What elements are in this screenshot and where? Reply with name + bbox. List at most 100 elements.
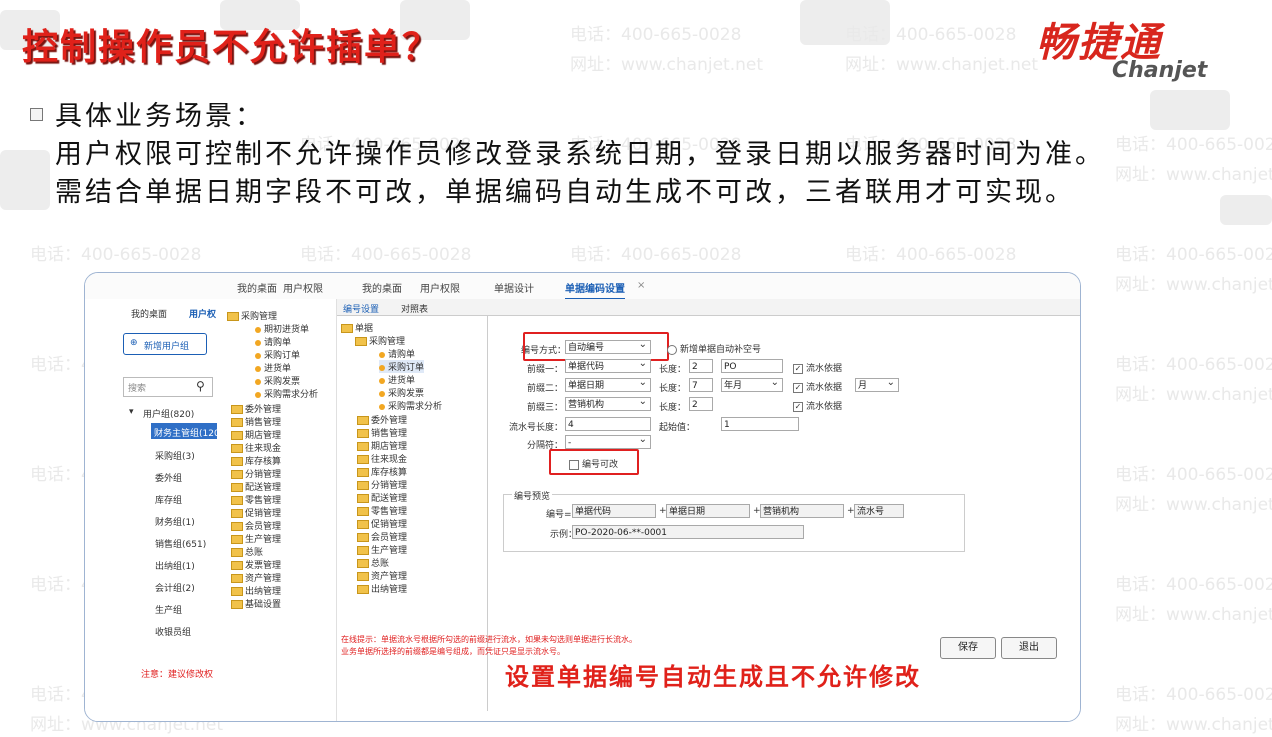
bill-tree-item[interactable]: 请购单 xyxy=(379,347,415,360)
tree-item[interactable]: 采购需求分析 xyxy=(255,387,318,400)
prefix2-extra-select[interactable]: 年月 xyxy=(721,376,783,392)
bill-tree-folder[interactable]: 资产管理 xyxy=(357,569,407,582)
bill-tree-item[interactable]: 采购发票 xyxy=(379,386,424,399)
search-input[interactable]: 搜索 ⚲ xyxy=(123,377,213,397)
tree-item[interactable]: 采购发票 xyxy=(255,374,300,387)
search-icon[interactable]: ⚲ xyxy=(196,379,205,393)
tree-folder[interactable]: 库存核算 xyxy=(231,454,281,467)
bill-tree-folder[interactable]: 配送管理 xyxy=(357,491,407,504)
bill-tree-folder[interactable]: 期店管理 xyxy=(357,439,407,452)
prefix3-len-input[interactable]: 2 xyxy=(689,397,713,411)
prefix3-serial-check[interactable]: ✓ 流水依据 xyxy=(793,399,842,412)
checked-icon: ✓ xyxy=(793,382,803,393)
tab-code-settings[interactable]: 编号设置 xyxy=(343,302,379,315)
selected-group-row[interactable]: 财务主管组(120 xyxy=(151,423,220,439)
tree-folder[interactable]: 基础设置 xyxy=(231,597,281,610)
tree-folder[interactable]: 生产管理 xyxy=(231,532,281,545)
tab-user-permission[interactable]: 用户权限 xyxy=(283,280,323,295)
folder-icon xyxy=(231,470,243,479)
bill-tree-folder[interactable]: 生产管理 xyxy=(357,543,407,556)
bill-tree-root[interactable]: 单据 xyxy=(341,321,373,334)
group-item[interactable]: 委外组 xyxy=(155,471,182,484)
prefix1-extra-input[interactable]: PO xyxy=(721,359,783,373)
tree-folder[interactable]: 往来现金 xyxy=(231,441,281,454)
prefix1-serial-check[interactable]: ✓ 流水依据 xyxy=(793,361,842,374)
prefix1-len-input[interactable]: 2 xyxy=(689,359,713,373)
group-item[interactable]: 库存组 xyxy=(155,493,182,506)
serial-len-input[interactable]: 4 xyxy=(565,417,651,431)
watermark-url: 网址：www.chanjet.net xyxy=(1115,165,1272,185)
bill-tree-item-selected[interactable]: 采购订单 xyxy=(379,360,425,373)
bill-tree-folder[interactable]: 委外管理 xyxy=(357,413,407,426)
tree-item[interactable]: 采购订单 xyxy=(255,348,300,361)
start-input[interactable]: 1 xyxy=(721,417,799,431)
tree-item[interactable]: 期初进货单 xyxy=(255,322,309,335)
folder-icon xyxy=(357,481,369,490)
prefix2-period-select[interactable]: 月 xyxy=(855,376,899,392)
folder-icon xyxy=(357,416,369,425)
tree-folder[interactable]: 出纳管理 xyxy=(231,584,281,597)
prefix1-select[interactable]: 单据代码 xyxy=(565,357,651,373)
bill-tree-folder[interactable]: 总账 xyxy=(357,556,389,569)
folder-icon xyxy=(231,418,243,427)
tree-folder[interactable]: 促销管理 xyxy=(231,506,281,519)
watermark-tel: 电话：400-665-0028 xyxy=(300,245,472,265)
tree-folder[interactable]: 会员管理 xyxy=(231,519,281,532)
group-item[interactable]: 生产组 xyxy=(155,603,182,616)
bill-tree-folder[interactable]: 零售管理 xyxy=(357,504,407,517)
save-button[interactable]: 保存 xyxy=(940,637,996,659)
tab-bill-code-settings[interactable]: 单据编码设置 xyxy=(565,280,625,300)
selected-group-label: 财务主管组(120 xyxy=(154,429,220,439)
tab-desktop-2[interactable]: 我的桌面 xyxy=(362,280,402,295)
tree-root[interactable]: 采购管理 xyxy=(227,309,277,322)
prefix3-select[interactable]: 营销机构 xyxy=(565,395,651,411)
prefix2-len-input[interactable]: 7 xyxy=(689,378,713,392)
left-tab-desktop[interactable]: 我的桌面 xyxy=(131,307,167,320)
bill-tree-sub[interactable]: 采购管理 xyxy=(355,334,405,347)
bill-tree-item[interactable]: 采购需求分析 xyxy=(379,399,442,412)
tree-folder[interactable]: 零售管理 xyxy=(231,493,281,506)
sep-select[interactable]: - xyxy=(565,433,651,449)
group-item[interactable]: 财务组(1) xyxy=(155,515,195,528)
bill-tree-folder[interactable]: 出纳管理 xyxy=(357,582,407,595)
tree-folder[interactable]: 配送管理 xyxy=(231,480,281,493)
bill-tree-folder[interactable]: 分销管理 xyxy=(357,478,407,491)
tab-mapping[interactable]: 对照表 xyxy=(401,302,428,315)
bill-tree-folder[interactable]: 往来现金 xyxy=(357,452,407,465)
tree-folder[interactable]: 总账 xyxy=(231,545,263,558)
new-group-button[interactable]: ⊕ 新增用户组 xyxy=(123,333,207,355)
left-tab-user[interactable]: 用户权 xyxy=(189,307,216,320)
tab-desktop[interactable]: 我的桌面 xyxy=(237,280,277,295)
bill-tree-folder[interactable]: 销售管理 xyxy=(357,426,407,439)
close-icon[interactable]: × xyxy=(637,280,645,291)
prefix2-label: 前缀二： xyxy=(527,384,564,394)
tree-item[interactable]: 请购单 xyxy=(255,335,291,348)
folder-icon xyxy=(357,468,369,477)
tree-folder[interactable]: 委外管理 xyxy=(231,402,281,415)
bill-tree-item[interactable]: 进货单 xyxy=(379,373,415,386)
bill-tree-folder[interactable]: 会员管理 xyxy=(357,530,407,543)
bill-tree-folder[interactable]: 促销管理 xyxy=(357,517,407,530)
folder-icon xyxy=(357,520,369,529)
tree-folder[interactable]: 发票管理 xyxy=(231,558,281,571)
tree-folder[interactable]: 分销管理 xyxy=(231,467,281,480)
tree-folder[interactable]: 销售管理 xyxy=(231,415,281,428)
tree-item[interactable]: 进货单 xyxy=(255,361,291,374)
prefix2-serial-check[interactable]: ✓ 流水依据 xyxy=(793,380,842,393)
bill-tree-folder[interactable]: 库存核算 xyxy=(357,465,407,478)
tree-folder[interactable]: 期店管理 xyxy=(231,428,281,441)
tree-folder[interactable]: 资产管理 xyxy=(231,571,281,584)
group-item[interactable]: 销售组(651) xyxy=(155,537,206,550)
tab-user-permission-2[interactable]: 用户权限 xyxy=(420,280,460,295)
prefix2-select[interactable]: 单据日期 xyxy=(565,376,651,392)
group-item[interactable]: 收银员组 xyxy=(155,625,191,638)
group-item[interactable]: 采购组(3) xyxy=(155,449,195,462)
tree-toggle-icon[interactable]: ▾ xyxy=(129,407,134,417)
group-item[interactable]: 出纳组(1) xyxy=(155,559,195,572)
group-root[interactable]: 用户组(820) xyxy=(143,407,194,420)
group-item[interactable]: 会计组(2) xyxy=(155,581,195,594)
exit-button[interactable]: 退出 xyxy=(1001,637,1057,659)
fill-empty-radio[interactable]: 新增单据自动补空号 xyxy=(667,342,761,355)
folder-icon xyxy=(357,494,369,503)
tab-bill-design[interactable]: 单据设计 xyxy=(494,280,534,295)
